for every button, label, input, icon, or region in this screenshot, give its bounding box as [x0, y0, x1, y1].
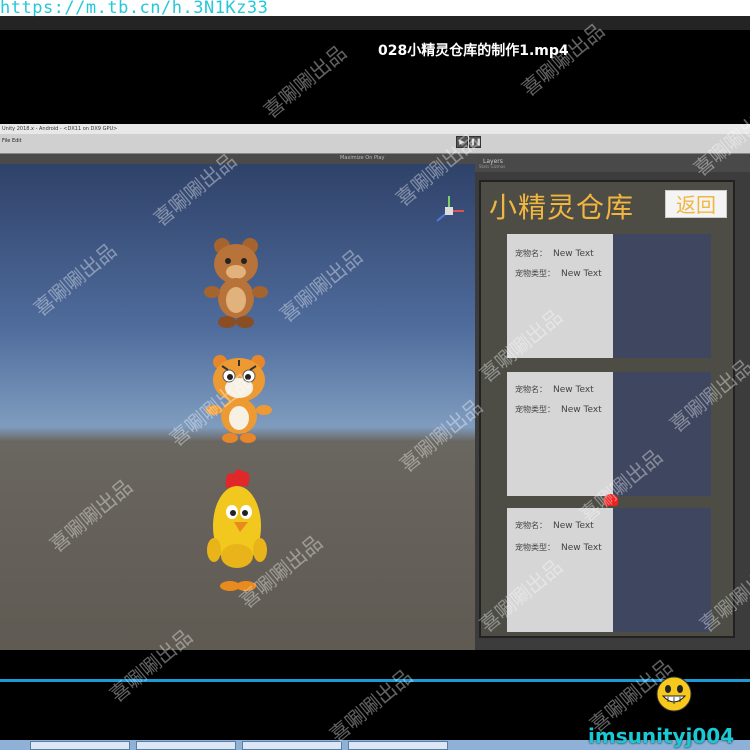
pet-type-value: New Text	[561, 405, 602, 415]
game-view-label[interactable]: Maximize On Play	[340, 155, 384, 161]
pet-card-image	[613, 372, 711, 496]
play-button-icon[interactable]: ▶	[456, 136, 468, 148]
taskbar-item[interactable]	[136, 741, 236, 750]
inspector-sub-toolbar[interactable]: Stats Gizmos	[479, 164, 505, 169]
pause-button-icon[interactable]: ❚❚	[469, 136, 482, 148]
pet-type-label: 宠物类型：	[515, 405, 555, 414]
toolbar-menu-label[interactable]: File Edit	[2, 138, 22, 144]
pet-name-value: New Text	[553, 385, 594, 395]
pet-card[interactable]: 宠物名： New Text 宠物类型： New Text	[507, 372, 711, 496]
bear-character	[204, 238, 268, 328]
watermark: 喜唰唰出品	[324, 664, 417, 747]
red-marker-icon	[604, 494, 618, 506]
game-view-header: Maximize On Play	[0, 154, 475, 164]
back-button[interactable]: 返回	[665, 190, 727, 218]
pet-type-value: New Text	[561, 543, 602, 553]
pet-type-row: 宠物类型： New Text	[515, 404, 602, 415]
pet-type-label: 宠物类型：	[515, 543, 555, 552]
pet-type-label: 宠物类型：	[515, 269, 555, 278]
pet-name-label: 宠物名：	[515, 249, 547, 258]
pet-name-row: 宠物名： New Text	[515, 520, 594, 531]
pet-card[interactable]: 宠物名： New Text 宠物类型： New Text	[507, 234, 711, 358]
pet-name-label: 宠物名：	[515, 521, 547, 530]
pet-card-image	[613, 508, 711, 632]
watermark: 喜唰唰出品	[258, 40, 351, 123]
pet-name-row: 宠物名： New Text	[515, 248, 594, 259]
pet-name-value: New Text	[553, 521, 594, 531]
channel-tag: imsunityj004	[588, 724, 735, 748]
video-progress-line[interactable]	[0, 679, 750, 682]
inspector-header: Layers Stats Gizmos	[475, 154, 750, 172]
video-title: 028小精灵仓库的制作1.mp4	[378, 43, 569, 59]
pet-card-image	[613, 234, 711, 358]
scene-gizmo-icon[interactable]	[432, 194, 466, 228]
taskbar-item[interactable]	[30, 741, 130, 750]
pet-card[interactable]: 宠物名： New Text 宠物类型： New Text	[507, 508, 711, 632]
warehouse-title: 小精灵仓库	[489, 191, 635, 224]
unity-title-bar: Unity 2018.x - Android - <DX11 on DX9 GP…	[0, 124, 750, 134]
browser-url-bar: https://m.tb.cn/h.3N1Kz33	[0, 0, 750, 18]
pet-name-row: 宠物名： New Text	[515, 384, 594, 395]
pet-type-row: 宠物类型： New Text	[515, 542, 602, 553]
grinning-face-icon	[656, 676, 692, 712]
pet-name-value: New Text	[553, 249, 594, 259]
chicken-character	[207, 469, 267, 591]
warehouse-panel: 小精灵仓库 返回 宠物名： New Text 宠物类型： New Text 宠物名：…	[479, 180, 735, 638]
unity-toolbar: File Edit	[0, 134, 750, 154]
window-title-strip	[0, 16, 750, 30]
pet-type-row: 宠物类型： New Text	[515, 268, 602, 279]
game-view: Maximize On Play	[0, 154, 475, 650]
pet-name-label: 宠物名：	[515, 385, 547, 394]
taskbar-item[interactable]	[348, 741, 448, 750]
pet-type-value: New Text	[561, 269, 602, 279]
tiger-character	[206, 355, 272, 443]
taskbar-item[interactable]	[242, 741, 342, 750]
